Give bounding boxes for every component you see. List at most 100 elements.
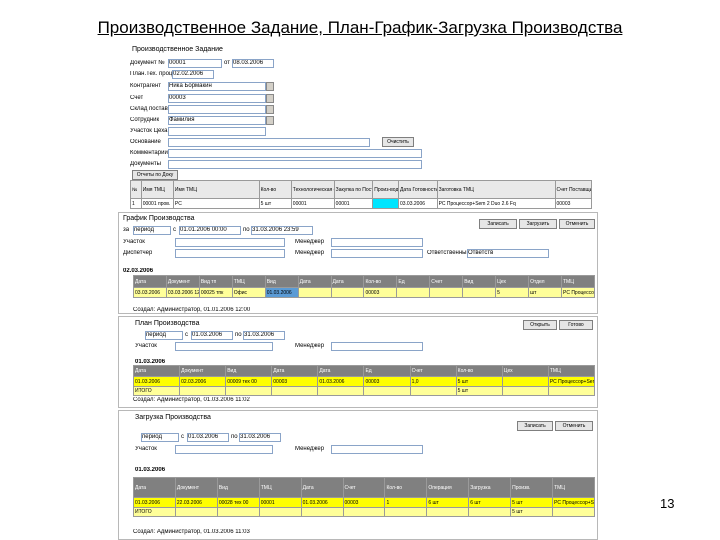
comment-input[interactable] (168, 149, 422, 158)
schedule-filter-input[interactable] (175, 249, 285, 258)
plan-done-button[interactable]: Готово (559, 320, 593, 330)
schedule-cell[interactable] (330, 287, 365, 298)
items-cell[interactable]: 00001 (333, 198, 374, 209)
counterparty-select-button[interactable] (266, 82, 274, 91)
schedule-header-cell: Вид (462, 275, 497, 288)
load-filter-input[interactable] (331, 445, 423, 454)
items-unit-value: шт (264, 200, 272, 207)
schedule-filter-input[interactable] (331, 249, 423, 258)
plan-from-input[interactable]: 01.03.2006 (191, 331, 233, 340)
counterparty-input[interactable]: Ника Бормакин (168, 82, 266, 91)
schedule-from-label: с (173, 227, 176, 233)
schedule-from-input[interactable]: 01.01.2006 00:00 (179, 226, 241, 235)
schedule-filter-input[interactable]: Ответств (467, 249, 549, 258)
clear-button[interactable]: Очистить (382, 137, 414, 147)
load-cell[interactable]: 5 шт (510, 497, 554, 508)
load-from-input[interactable]: 01.03.2006 (187, 433, 229, 442)
plan-cell[interactable]: 01.03.2006 (132, 376, 181, 387)
load-cancel-button[interactable]: Отменить (555, 421, 593, 431)
plan-cell[interactable]: 5 шт (455, 376, 503, 387)
plan-total-empty (547, 386, 596, 396)
schedule-cell[interactable] (396, 287, 431, 298)
load-cell[interactable]: 00001 (258, 497, 302, 508)
load-period-select[interactable]: период (141, 433, 179, 442)
load-cell[interactable]: 22.03.2006 (174, 497, 218, 508)
schedule-cell[interactable]: Офис (231, 287, 266, 298)
plan-cell[interactable]: 01.03.2006 (317, 376, 365, 387)
shop-input[interactable] (168, 127, 266, 136)
schedule-filter-input[interactable] (331, 238, 423, 247)
doc-date-input[interactable]: 08.03.2006 (232, 59, 274, 68)
warehouse-input[interactable] (168, 105, 266, 114)
items-cell[interactable]: 03.03.2006 (397, 198, 438, 209)
doc-reports-button[interactable]: Отчеты по Доку (132, 170, 178, 180)
load-cell[interactable]: 00003 (342, 497, 386, 508)
plan-cell[interactable]: PC Процессор+Sem 2 Duo 2.6 Fq (547, 376, 596, 387)
schedule-cancel-button[interactable]: Отменить (559, 219, 595, 229)
plan-input[interactable]: 02.02.2006 (172, 70, 214, 79)
load-cell[interactable]: 6 шт (426, 497, 470, 508)
schedule-to-input[interactable]: 31.03.2006 23:59 (251, 226, 313, 235)
load-cell[interactable]: 01.03.2006 (133, 497, 176, 508)
account-input[interactable]: 00003 (168, 94, 266, 103)
schedule-cell[interactable]: 01.03.2006 (264, 287, 299, 298)
items-cell[interactable]: 1 (130, 198, 142, 209)
employee-select-button[interactable] (266, 116, 274, 125)
load-cell[interactable]: PC Процессор+Sem 2 Duo 2.6 Fq (552, 497, 595, 508)
items-cell[interactable]: 00001 пров. (140, 198, 174, 209)
items-cell[interactable]: PC (172, 198, 260, 209)
schedule-header-cell: Кол-во (363, 275, 398, 288)
load-cell[interactable]: 00028 тех 00 (216, 497, 260, 508)
schedule-cell[interactable]: PC Процессор+Sem 2 Duo 2.6 (560, 287, 596, 298)
load-total-empty (468, 507, 512, 517)
schedule-header-cell: Ед (396, 275, 431, 288)
schedule-save-button[interactable]: Записать (479, 219, 517, 229)
schedule-load-button[interactable]: Загрузить (519, 219, 557, 229)
warehouse-select-button[interactable] (266, 105, 274, 114)
doc-number-input[interactable]: 00001 (168, 59, 222, 68)
schedule-cell[interactable]: 00025 тпк (198, 287, 233, 298)
plan-filter-input[interactable] (175, 342, 273, 351)
schedule-cell[interactable]: шт (528, 287, 562, 298)
items-cell[interactable]: 5 шт (258, 198, 292, 209)
account-select-button[interactable] (266, 94, 274, 103)
plan-filter-input[interactable] (331, 342, 423, 351)
plan-open-button[interactable]: Открыть (523, 320, 557, 330)
plan-total-empty (363, 386, 411, 396)
plan-cell[interactable]: 02.03.2006 (179, 376, 227, 387)
schedule-cell[interactable]: 03.03.2006 (133, 287, 167, 298)
load-cell[interactable]: 6 шт (468, 497, 512, 508)
items-cell[interactable]: 00001 (290, 198, 335, 209)
load-filter-input[interactable] (175, 445, 273, 454)
items-cell[interactable] (372, 198, 399, 209)
documents-input[interactable] (168, 160, 422, 169)
plan-cell[interactable]: 00009 тех 00 (225, 376, 273, 387)
schedule-filter-input[interactable] (175, 238, 285, 247)
schedule-cell[interactable]: 5 (495, 287, 530, 298)
load-header-cell: Счет (342, 477, 386, 498)
schedule-cell[interactable]: 00003 (363, 287, 398, 298)
plan-period-select[interactable]: период (145, 331, 183, 340)
load-save-button[interactable]: Записать (517, 421, 553, 431)
load-cell[interactable]: 01.03.2006 (300, 497, 344, 508)
comment-label: Комментарий (130, 150, 168, 156)
items-cell[interactable]: 00003 (554, 198, 592, 209)
schedule-period-select[interactable]: период (133, 226, 171, 235)
load-cell[interactable]: 1 (384, 497, 428, 508)
schedule-cell[interactable] (429, 287, 464, 298)
plan-to-input[interactable]: 31.03.2006 (243, 331, 285, 340)
items-cell[interactable]: PC Процессор+Sem 2 Duo 2.6 Fq (436, 198, 556, 209)
plan-cell[interactable]: 1,0 (409, 376, 457, 387)
load-total-value: 5 шт (510, 507, 554, 517)
load-total-empty (342, 507, 386, 517)
plan-cell[interactable]: 00003 (363, 376, 411, 387)
plan-cell[interactable]: 00003 (271, 376, 319, 387)
schedule-cell[interactable] (297, 287, 332, 298)
schedule-cell[interactable]: 03.03.2006 12:01 (165, 287, 200, 298)
plan-cell[interactable] (501, 376, 549, 387)
employee-input[interactable]: Фамилия (168, 116, 266, 125)
schedule-cell[interactable] (462, 287, 497, 298)
plan-total-empty (271, 386, 319, 396)
basis-input[interactable] (168, 138, 370, 147)
load-to-input[interactable]: 31.03.2006 (239, 433, 281, 442)
